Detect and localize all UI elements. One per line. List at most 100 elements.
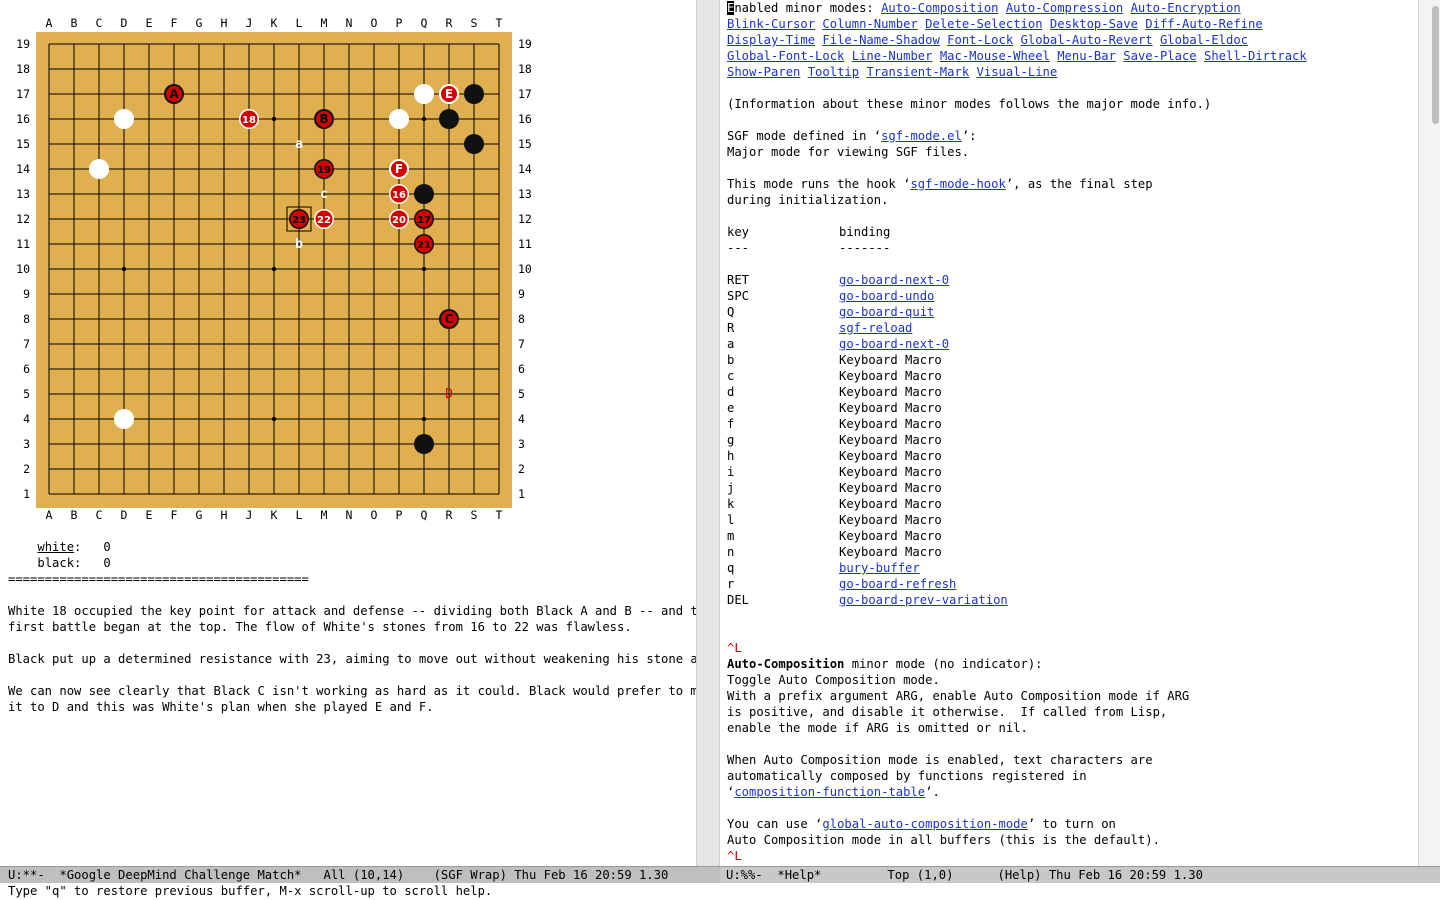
minor-mode-link[interactable]: Diff-Auto-Refine xyxy=(1145,17,1262,31)
binding-key: DEL xyxy=(727,593,750,607)
minor-mode-link[interactable]: Blink-Cursor xyxy=(727,17,815,31)
binding-command-link[interactable]: go-board-quit xyxy=(839,304,934,320)
stone-label-text: E xyxy=(445,87,453,101)
sgf-mode-file-link[interactable]: sgf-mode.el xyxy=(881,129,962,143)
black-stone[interactable] xyxy=(439,109,459,129)
board-marker-label: b xyxy=(295,237,303,252)
row-label: 1 xyxy=(23,487,30,501)
minor-mode-link[interactable]: Shell-Dirtrack xyxy=(1204,49,1307,63)
binding-key: Q xyxy=(727,305,735,319)
minor-mode-link[interactable]: Save-Place xyxy=(1123,49,1196,63)
minor-mode-link[interactable]: Column-Number xyxy=(822,17,917,31)
star-point xyxy=(271,266,277,272)
white-stone[interactable] xyxy=(389,109,409,129)
description-line: automatically composed by functions regi… xyxy=(727,769,1087,783)
minor-mode-link[interactable]: Mac-Mouse-Wheel xyxy=(940,49,1050,63)
black-stone[interactable]: 21 xyxy=(414,234,434,254)
binding-command-link[interactable]: go-board-next-0 xyxy=(839,336,949,352)
row-label: 11 xyxy=(16,237,30,251)
binding-command-link[interactable]: sgf-reload xyxy=(839,320,912,336)
global-auto-composition-mode-link[interactable]: global-auto-composition-mode xyxy=(822,817,1027,831)
global-prefix: You can use ‘ xyxy=(727,817,823,831)
white-stone[interactable] xyxy=(414,84,434,104)
row-label: 19 xyxy=(518,37,532,51)
black-stone[interactable] xyxy=(414,184,434,204)
minor-mode-link[interactable]: Line-Number xyxy=(852,49,933,63)
composition-function-table-link[interactable]: composition-function-table xyxy=(734,785,925,799)
row-label: 5 xyxy=(518,387,525,401)
modeline-sgf[interactable]: U:**- *Google DeepMind Challenge Match* … xyxy=(0,866,720,883)
binding-command-link[interactable]: go-board-refresh xyxy=(839,576,956,592)
minor-mode-link[interactable]: Auto-Composition xyxy=(881,1,998,15)
binding-key: a xyxy=(727,337,735,351)
white-stone[interactable] xyxy=(114,109,134,129)
enabled-minor-modes-line: Enabled minor modes: Auto-Composition Au… xyxy=(727,0,1241,16)
minor-mode-link[interactable]: Global-Auto-Revert xyxy=(1021,33,1153,47)
black-stone[interactable]: C xyxy=(439,309,459,329)
row-label: 3 xyxy=(23,437,30,451)
column-label: H xyxy=(220,16,228,30)
column-label: C xyxy=(95,508,103,522)
go-board[interactable]: A 18 B E 19 F 16 23 22 20 17 21 Ca c b D xyxy=(36,32,512,508)
minor-mode-link[interactable]: Font-Lock xyxy=(947,33,1013,47)
scrollbar-thumb[interactable] xyxy=(1432,6,1439,124)
row-label: 4 xyxy=(23,412,30,426)
help-buffer-pane[interactable]: Enabled minor modes: Auto-Composition Au… xyxy=(720,0,1418,866)
black-stone-disc xyxy=(414,184,434,204)
binding-command-link[interactable]: go-board-prev-variation xyxy=(839,592,1008,608)
minor-mode-link[interactable]: Tooltip xyxy=(808,65,859,79)
column-label: G xyxy=(195,508,203,522)
minor-mode-link[interactable]: Display-Time xyxy=(727,33,815,47)
white-captures-label[interactable]: white xyxy=(37,540,74,554)
page-break-marker-2: ^L xyxy=(727,849,742,863)
stone-label-text: 18 xyxy=(242,115,256,126)
white-stone[interactable]: 16 xyxy=(389,184,409,204)
white-stone[interactable]: 20 xyxy=(389,209,409,229)
white-stone[interactable]: 22 xyxy=(314,209,334,229)
minor-mode-link[interactable]: File-Name-Shadow xyxy=(822,33,939,47)
column-label: B xyxy=(70,16,78,30)
echo-area: Type "q" to restore previous buffer, M-x… xyxy=(8,884,493,898)
modeline-help[interactable]: U:%%- *Help* Top (1,0) (Help) Thu Feb 16… xyxy=(720,866,1440,883)
minor-mode-link[interactable]: Auto-Encryption xyxy=(1131,1,1241,15)
window-divider[interactable] xyxy=(696,0,720,866)
black-stone[interactable]: 17 xyxy=(414,209,434,229)
minor-mode-link[interactable]: Global-Eldoc xyxy=(1160,33,1248,47)
minor-mode-link[interactable]: Delete-Selection xyxy=(925,17,1042,31)
binding-key: SPC xyxy=(727,289,750,303)
white-stone[interactable] xyxy=(89,159,109,179)
minor-mode-link[interactable]: Transient-Mark xyxy=(866,65,969,79)
black-stone[interactable]: A xyxy=(164,84,184,104)
white-stone[interactable]: E xyxy=(439,84,459,104)
minor-mode-link[interactable]: Visual-Line xyxy=(977,65,1058,79)
white-stone[interactable]: 18 xyxy=(239,109,259,129)
binding-command-link[interactable]: bury-buffer xyxy=(839,560,920,576)
minor-mode-link[interactable]: Auto-Compression xyxy=(1006,1,1123,15)
binding-command: Keyboard Macro xyxy=(839,369,942,383)
minor-mode-link[interactable]: Global-Font-Lock xyxy=(727,49,844,63)
white-stone[interactable] xyxy=(114,409,134,429)
binding-command-link[interactable]: go-board-next-0 xyxy=(839,272,949,288)
sgf-buffer-pane[interactable]: ABCDEFGHJKLMNOPQRST ABCDEFGHJKLMNOPQRST … xyxy=(0,0,696,866)
binding-command-link[interactable]: go-board-undo xyxy=(839,288,934,304)
key-table-header: key xyxy=(727,224,749,240)
white-stone[interactable]: F xyxy=(389,159,409,179)
hook-suffix: ’, as the final step xyxy=(1005,177,1153,191)
white-captures: white: 0 xyxy=(37,540,111,554)
enabled-minor-modes-label: nabled minor modes: xyxy=(734,1,882,15)
minor-mode-link[interactable]: Menu-Bar xyxy=(1057,49,1116,63)
black-stone[interactable] xyxy=(464,84,484,104)
help-scrollbar[interactable] xyxy=(1418,0,1440,866)
global-auto-composition-line-2: Auto Composition mode in all buffers (th… xyxy=(727,833,1160,847)
minor-mode-link[interactable]: Desktop-Save xyxy=(1050,17,1138,31)
sgf-defined-line: SGF mode defined in ‘sgf-mode.el’: xyxy=(727,128,977,144)
sgf-defined-suffix: ’: xyxy=(961,129,977,143)
black-stone[interactable] xyxy=(464,134,484,154)
sgf-mode-hook-link[interactable]: sgf-mode-hook xyxy=(910,177,1005,191)
minor-mode-link[interactable]: Show-Paren xyxy=(727,65,800,79)
black-stone[interactable]: B xyxy=(314,109,334,129)
binding-command: Keyboard Macro xyxy=(839,353,942,367)
row-label: 8 xyxy=(518,312,525,326)
black-stone[interactable] xyxy=(414,434,434,454)
black-stone[interactable]: 19 xyxy=(314,159,334,179)
